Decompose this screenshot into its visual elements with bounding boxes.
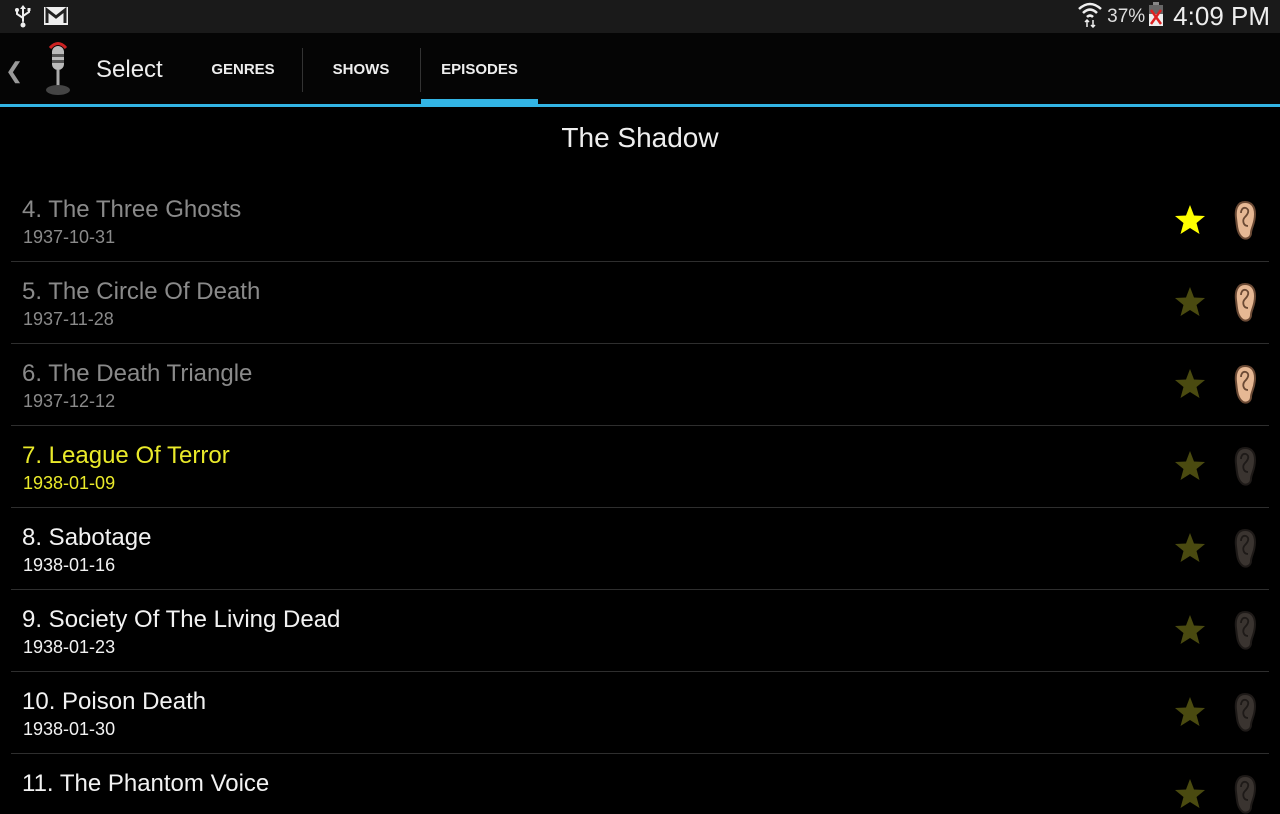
show-title: The Shadow xyxy=(561,122,719,153)
episode-date: 1937-10-31 xyxy=(23,227,116,247)
tab-episodes[interactable]: EPISODES xyxy=(421,33,538,105)
favorite-star-icon[interactable] xyxy=(1173,285,1207,319)
episode-date: 1938-01-23 xyxy=(23,637,116,657)
listened-ear-icon[interactable] xyxy=(1233,610,1257,650)
favorite-star-icon[interactable] xyxy=(1173,531,1207,565)
episode-date: 1938-01-09 xyxy=(23,473,116,493)
favorite-star-icon[interactable] xyxy=(1173,449,1207,483)
listened-ear-icon[interactable] xyxy=(1233,200,1257,240)
episode-title: 11. The Phantom Voice xyxy=(22,770,270,797)
episode-row[interactable]: 9. Society Of The Living Dead 1938-01-23 xyxy=(11,590,1269,672)
clock: 4:09 PM xyxy=(1173,1,1270,31)
favorite-star-icon[interactable] xyxy=(1173,613,1207,647)
episode-row[interactable]: 8. Sabotage 1938-01-16 xyxy=(11,508,1269,590)
episode-row[interactable]: 10. Poison Death 1938-01-30 xyxy=(11,672,1269,754)
gmail-icon xyxy=(44,6,68,30)
episode-title: 4. The Three Ghosts xyxy=(22,196,242,223)
episode-row[interactable]: 4. The Three Ghosts 1937-10-31 xyxy=(11,180,1269,262)
episode-list[interactable]: 4. The Three Ghosts 1937-10-31 5. The Circ… xyxy=(11,180,1269,814)
battery-percent: 37% xyxy=(1107,5,1146,27)
tab-divider xyxy=(302,48,303,92)
episode-date: 1938-01-30 xyxy=(23,719,116,739)
action-bar-title[interactable]: Select xyxy=(96,56,163,84)
usb-icon xyxy=(12,4,34,33)
battery-charging-error-icon xyxy=(1149,2,1164,31)
microphone-icon[interactable] xyxy=(40,40,76,98)
episode-row[interactable]: 11. The Phantom Voice xyxy=(11,754,1269,814)
favorite-star-icon[interactable] xyxy=(1173,367,1207,401)
favorite-star-icon[interactable] xyxy=(1173,203,1207,237)
favorite-star-icon[interactable] xyxy=(1173,695,1207,729)
episode-date: 1937-12-12 xyxy=(23,391,116,411)
listened-ear-icon[interactable] xyxy=(1233,774,1257,814)
chevron-left-icon[interactable]: ❮ xyxy=(5,58,23,84)
tab-genres[interactable]: GENRES xyxy=(186,33,300,105)
listened-ear-icon[interactable] xyxy=(1233,282,1257,322)
episode-row[interactable]: 7. League Of Terror 1938-01-09 xyxy=(11,426,1269,508)
episode-date: 1937-11-28 xyxy=(23,309,114,329)
listened-ear-icon[interactable] xyxy=(1233,692,1257,732)
episode-title: 10. Poison Death xyxy=(22,688,207,715)
episode-title: 9. Society Of The Living Dead xyxy=(22,606,341,633)
episode-row[interactable]: 5. The Circle Of Death 1937-11-28 xyxy=(11,262,1269,344)
wifi-icon xyxy=(1077,0,1103,33)
favorite-star-icon[interactable] xyxy=(1173,777,1207,811)
listened-ear-icon[interactable] xyxy=(1233,364,1257,404)
episode-title: 5. The Circle Of Death xyxy=(22,278,261,305)
episode-title: 7. League Of Terror xyxy=(22,442,230,469)
action-bar-divider xyxy=(0,104,1280,107)
episode-title: 8. Sabotage xyxy=(22,524,152,551)
episode-date: 1938-01-16 xyxy=(23,555,116,575)
listened-ear-icon[interactable] xyxy=(1233,528,1257,568)
listened-ear-icon[interactable] xyxy=(1233,446,1257,486)
status-bar: 37% 4:09 PM xyxy=(0,0,1280,33)
episode-title: 6. The Death Triangle xyxy=(22,360,253,387)
tab-shows[interactable]: SHOWS xyxy=(304,33,418,105)
episode-row[interactable]: 6. The Death Triangle 1937-12-12 xyxy=(11,344,1269,426)
